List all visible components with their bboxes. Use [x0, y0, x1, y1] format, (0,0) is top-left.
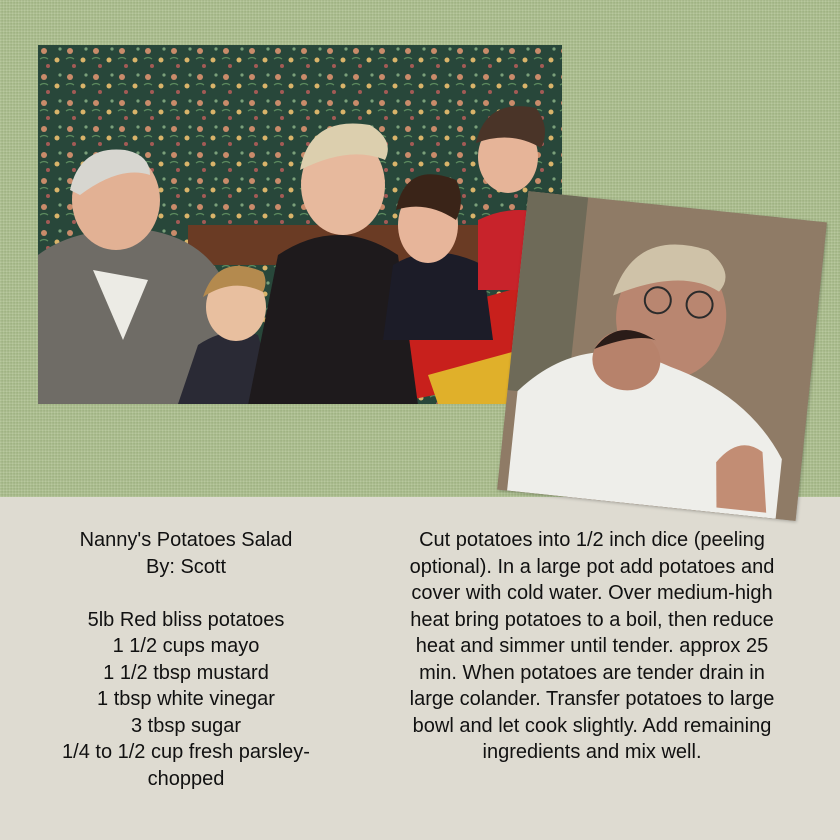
recipe-ingredients-column: Nanny's Potatoes Salad By: Scott 5lb Red… [26, 527, 346, 792]
family-photo [38, 45, 562, 404]
recipe-title: Nanny's Potatoes Salad [79, 529, 293, 551]
directions-line: min. When potatoes are tender drain in [419, 661, 765, 684]
directions-line: bowl and let cook slightly. Add remainin… [412, 714, 772, 737]
baby-photo-image [497, 191, 827, 521]
ingredient-line: 3 tbsp sugar [130, 714, 242, 737]
recipe-directions-column: Cut potatoes into 1/2 inch dice (peeling… [364, 527, 820, 766]
ingredient-line: 5lb Red bliss potatoes [87, 608, 285, 631]
ingredient-line: 1/4 to 1/2 cup fresh parsley- [62, 741, 310, 763]
directions-line: large colander. Transfer potatoes to lar… [409, 688, 775, 710]
recipe-byline: By: Scott [145, 555, 227, 578]
ingredient-line: 1 tbsp white vinegar [97, 688, 275, 710]
ingredient-line: 1 1/2 tbsp mustard [103, 661, 269, 684]
directions-line: cover with cold water. Over medium-high [411, 582, 773, 604]
directions-line: Cut potatoes into 1/2 inch dice (peeling [419, 529, 765, 551]
family-photo-image [38, 45, 562, 404]
directions-line: heat and simmer until tender. approx 25 [415, 635, 769, 657]
directions-line: heat bring potatoes to a boil, then redu… [410, 608, 774, 631]
ingredient-line: chopped [147, 767, 225, 790]
directions-line: optional). In a large pot add potatoes a… [409, 555, 775, 578]
ingredient-line: 1 1/2 cups mayo [112, 635, 260, 657]
directions-line: ingredients and mix well. [482, 741, 702, 763]
baby-photo [497, 191, 827, 521]
